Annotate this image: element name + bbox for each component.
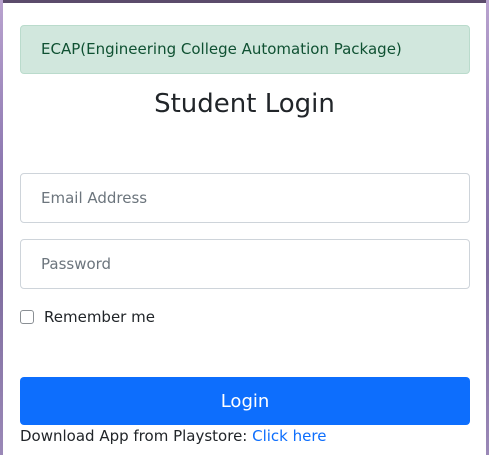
email-input[interactable] [20,173,470,223]
download-app-label: Download App from Playstore: [20,427,253,445]
remember-me-row[interactable]: Remember me [20,306,155,328]
download-app-link[interactable]: Click here [252,427,326,445]
download-app-text: Download App from Playstore: Click here [20,427,326,445]
page-title: Student Login [154,89,335,119]
remember-me-label[interactable]: Remember me [44,308,155,326]
login-card: ECAP(Engineering College Automation Pack… [3,0,486,455]
info-alert: ECAP(Engineering College Automation Pack… [20,25,470,74]
password-input[interactable] [20,239,470,289]
login-button[interactable]: Login [20,377,470,425]
remember-me-checkbox[interactable] [20,310,34,324]
